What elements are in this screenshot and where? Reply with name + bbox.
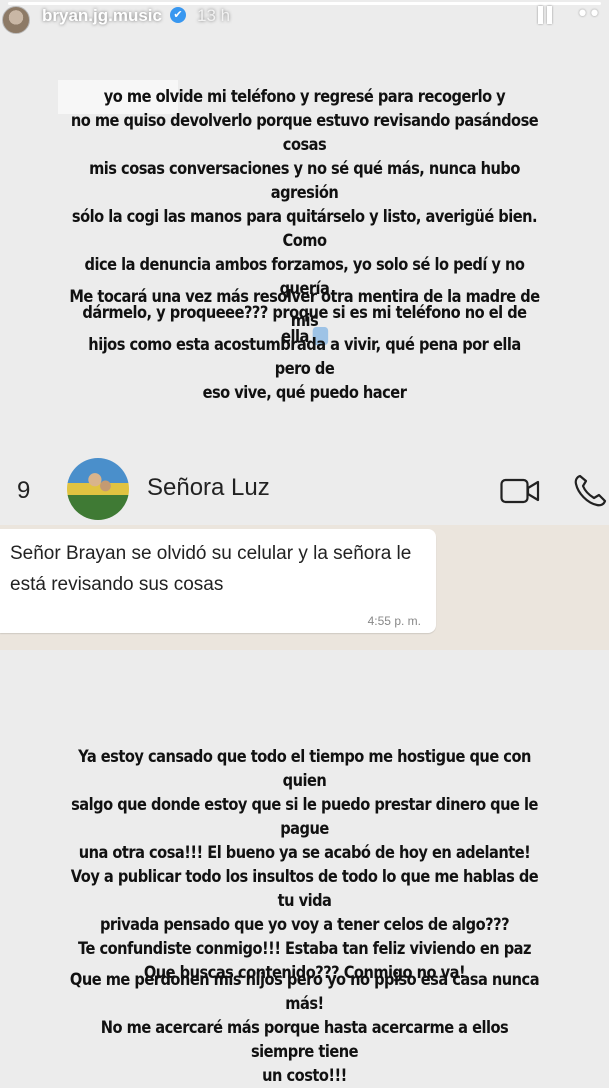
story-header: bryan.jg.music ✔ 13 h •• [0,0,609,40]
video-call-icon[interactable] [500,478,540,504]
contact-name[interactable]: Señora Luz [147,474,270,502]
whatsapp-chat-header: 9 Señora Luz [0,455,609,525]
message-time: 4:55 p. m. [367,614,421,628]
time-ago: 13 h [197,6,231,25]
story-text-paragraph-3: Ya estoy cansado que todo el tiempo me h… [70,747,539,983]
contact-avatar[interactable] [67,458,129,520]
username[interactable]: bryan.jg.music [42,6,162,26]
story-text-paragraph-4: Que me perdonen mis hijos pero yo no ppi… [69,970,540,1086]
pause-icon[interactable] [537,6,553,24]
story-text-paragraph-2: Me tocará una vez más resolver otra ment… [69,287,540,403]
message-text: Señor Brayan se olvidó su celular y la s… [10,543,412,595]
phone-call-icon[interactable] [572,473,608,509]
message-bubble[interactable]: Señor Brayan se olvidó su celular y la s… [0,529,436,633]
profile-avatar[interactable] [2,6,30,34]
back-unread-count[interactable]: 9 [17,477,30,505]
verified-icon: ✔ [170,7,186,23]
more-icon[interactable]: •• [576,2,601,27]
